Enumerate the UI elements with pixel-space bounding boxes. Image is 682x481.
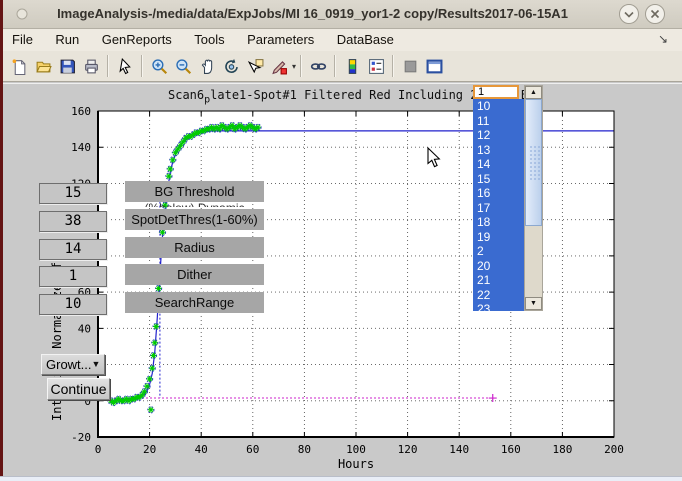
- bg-threshold-label: BG Threshold: [125, 181, 264, 202]
- scrollbar-thumb[interactable]: [525, 99, 542, 226]
- data-cursor-icon[interactable]: [243, 54, 267, 78]
- spot-number-selected[interactable]: 1: [473, 85, 519, 99]
- radius-label: Radius: [125, 237, 264, 258]
- window-bottom-border[interactable]: [0, 476, 682, 481]
- toolbar-separator: [300, 55, 302, 77]
- rotate-3d-icon[interactable]: [219, 54, 243, 78]
- placeholder-square-icon[interactable]: [398, 54, 422, 78]
- dropdown-item[interactable]: 14: [473, 157, 524, 172]
- continue-button[interactable]: Continue: [47, 378, 110, 400]
- toolbar: ▾: [3, 51, 682, 82]
- print-icon[interactable]: [79, 54, 103, 78]
- dropdown-item[interactable]: 19: [473, 230, 524, 245]
- dropdown-item[interactable]: 10: [473, 99, 524, 114]
- menu-tools[interactable]: Tools: [185, 29, 233, 47]
- scrollbar-grip: [529, 145, 540, 181]
- figure-area: 020406080100120140160180200-200204060801…: [3, 83, 682, 478]
- menubar: File Run GenReports Tools Parameters Dat…: [3, 29, 682, 51]
- x-axis-label: Hours: [338, 457, 374, 471]
- spotdetthres-label: SpotDetThres(1-60%): [125, 209, 264, 230]
- mouse-cursor-icon: [427, 147, 443, 169]
- save-icon[interactable]: [55, 54, 79, 78]
- window-frame-icon[interactable]: [422, 54, 446, 78]
- titlebar[interactable]: ImageAnalysis-/media/data/ExpJobs/MI 16_…: [3, 0, 682, 29]
- link-plots-icon[interactable]: [306, 54, 330, 78]
- app-window: ImageAnalysis-/media/data/ExpJobs/MI 16_…: [0, 0, 682, 481]
- searchrange-input[interactable]: 10: [39, 294, 107, 315]
- x-tick-label: 200: [604, 443, 624, 456]
- menu-database[interactable]: DataBase: [328, 29, 403, 47]
- x-tick-label: 60: [246, 443, 259, 456]
- x-tick-label: 100: [346, 443, 366, 456]
- menu-parameters[interactable]: Parameters: [238, 29, 323, 47]
- caret-down-icon: ▼: [92, 355, 101, 374]
- open-file-icon[interactable]: [31, 54, 55, 78]
- dropdown-item[interactable]: 21: [473, 273, 524, 288]
- growth-mode-label: Growt...: [46, 355, 92, 374]
- toolbar-separator: [141, 55, 143, 77]
- searchrange-label: SearchRange: [125, 292, 264, 313]
- toolbar-separator: [107, 55, 109, 77]
- toolbar-separator: [334, 55, 336, 77]
- dropdown-item[interactable]: 12: [473, 128, 524, 143]
- menu-genreports[interactable]: GenReports: [93, 29, 181, 47]
- x-tick-label: 180: [552, 443, 572, 456]
- dropdown-item[interactable]: 20: [473, 259, 524, 274]
- x-tick-label: 0: [95, 443, 102, 456]
- zoom-out-icon[interactable]: [171, 54, 195, 78]
- dropdown-scrollbar[interactable]: ▲ ▼: [524, 85, 543, 311]
- bg-threshold-sublabel: (%below) Dynamic: [125, 202, 264, 207]
- dither-input[interactable]: 1: [39, 266, 107, 287]
- spot-number-list: 10111213141516171819220212223: [473, 99, 524, 311]
- scroll-down-icon[interactable]: ▼: [525, 297, 542, 310]
- dropdown-item[interactable]: 11: [473, 114, 524, 129]
- dropdown-item[interactable]: 23: [473, 302, 524, 311]
- x-tick-label: 20: [143, 443, 156, 456]
- dropdown-item[interactable]: 17: [473, 201, 524, 216]
- dither-label: Dither: [125, 264, 264, 285]
- x-tick-label: 160: [501, 443, 521, 456]
- brush-dropdown-arrow-icon[interactable]: ▾: [292, 62, 296, 71]
- x-tick-label: 40: [195, 443, 208, 456]
- spot-number-dropdown: 1 10111213141516171819220212223 ▲ ▼: [473, 85, 543, 311]
- radius-input[interactable]: 14: [39, 239, 107, 260]
- scroll-up-icon[interactable]: ▲: [525, 86, 542, 99]
- pan-icon[interactable]: [195, 54, 219, 78]
- menu-file[interactable]: File: [3, 29, 42, 47]
- spotdetthres-input[interactable]: 38: [39, 211, 107, 232]
- y-tick-label: 160: [71, 105, 91, 118]
- new-file-icon[interactable]: [7, 54, 31, 78]
- y-tick-label: 140: [71, 141, 91, 154]
- dropdown-item[interactable]: 22: [473, 288, 524, 303]
- dropdown-item[interactable]: 15: [473, 172, 524, 187]
- dropdown-item[interactable]: 13: [473, 143, 524, 158]
- toolbar-separator: [392, 55, 394, 77]
- shade-button[interactable]: [618, 3, 640, 25]
- x-tick-label: 80: [298, 443, 311, 456]
- window-title: ImageAnalysis-/media/data/ExpJobs/MI 16_…: [3, 6, 622, 21]
- menu-run[interactable]: Run: [46, 29, 88, 47]
- window-left-border: [0, 0, 3, 481]
- zoom-in-icon[interactable]: [147, 54, 171, 78]
- y-tick-label: -20: [71, 431, 91, 444]
- bg-threshold-input[interactable]: 15: [39, 183, 107, 204]
- y-tick-label: 40: [78, 322, 91, 335]
- close-button[interactable]: [644, 3, 666, 25]
- legend-icon[interactable]: [364, 54, 388, 78]
- dropdown-item[interactable]: 2: [473, 244, 524, 259]
- dropdown-item[interactable]: 18: [473, 215, 524, 230]
- x-tick-label: 140: [449, 443, 469, 456]
- growth-mode-dropdown[interactable]: Growt... ▼: [41, 354, 105, 375]
- x-tick-label: 120: [398, 443, 418, 456]
- dock-arrow-icon[interactable]: ↘: [658, 32, 668, 46]
- colorbar-icon[interactable]: [340, 54, 364, 78]
- dropdown-item[interactable]: 16: [473, 186, 524, 201]
- pointer-icon[interactable]: [113, 54, 137, 78]
- brush-icon[interactable]: [267, 54, 291, 78]
